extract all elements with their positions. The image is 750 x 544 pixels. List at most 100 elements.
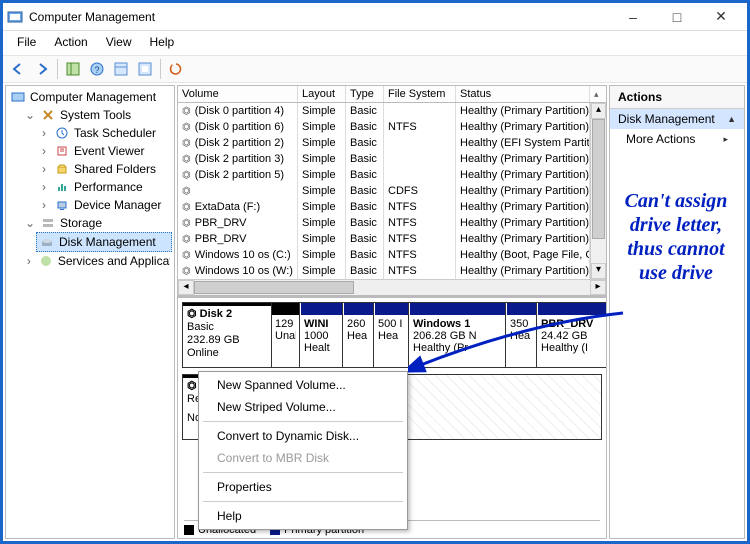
cell-volume: (Disk 2 partition 2) <box>178 135 298 151</box>
partition[interactable]: PBR_DRV24.42 GBHealthy (I <box>538 303 606 367</box>
volume-table-body[interactable]: (Disk 0 partition 4)SimpleBasicHealthy (… <box>178 103 606 279</box>
partition[interactable]: 260Hea <box>344 303 374 367</box>
close-button[interactable]: ✕ <box>699 3 743 31</box>
partition[interactable]: 350Hea <box>507 303 537 367</box>
cell-type: Basic <box>346 167 384 183</box>
context-menu-item[interactable]: Convert to Dynamic Disk... <box>201 425 405 447</box>
disk2-info[interactable]: ⏣ Disk 2 Basic 232.89 GB Online <box>182 302 272 368</box>
scroll-down-button[interactable]: ▾ <box>591 263 606 279</box>
cell-layout: Simple <box>298 183 346 199</box>
context-menu-item[interactable]: New Spanned Volume... <box>201 374 405 396</box>
partition-size: 206.28 GB N <box>413 330 502 342</box>
properties-button[interactable] <box>110 58 132 80</box>
volume-table-header[interactable]: Volume Layout Type File System Status ▴ <box>178 86 606 103</box>
tree-system-tools[interactable]: ⌄ System Tools <box>22 106 172 124</box>
cell-type: Basic <box>346 103 384 119</box>
tree-item[interactable]: ›Event Viewer <box>36 142 172 160</box>
tree-item[interactable]: ›Performance <box>36 178 172 196</box>
titlebar: Computer Management – □ ✕ <box>3 3 747 31</box>
tree-disk-management[interactable]: Disk Management <box>36 232 172 252</box>
maximize-button[interactable]: □ <box>655 3 699 31</box>
back-button[interactable] <box>7 58 29 80</box>
col-filesystem[interactable]: File System <box>384 86 456 102</box>
disk2-status: Online <box>187 347 267 360</box>
cell-filesystem: NTFS <box>384 215 456 231</box>
expand-icon[interactable]: › <box>38 126 50 140</box>
menu-file[interactable]: File <box>9 33 44 51</box>
cell-volume: ExtaData (F:) <box>178 199 298 215</box>
volume-row[interactable]: (Disk 2 partition 3)SimpleBasicHealthy (… <box>178 151 606 167</box>
scroll-up-button[interactable]: ▴ <box>591 103 606 119</box>
forward-button[interactable] <box>31 58 53 80</box>
context-menu[interactable]: New Spanned Volume...New Striped Volume.… <box>198 371 408 530</box>
expand-icon[interactable]: › <box>38 162 50 176</box>
horizontal-scrollbar[interactable]: ◂ ▸ <box>178 279 606 295</box>
expand-icon[interactable]: › <box>38 198 50 212</box>
actions-more-actions[interactable]: More Actions ▸ <box>610 129 744 149</box>
col-layout[interactable]: Layout <box>298 86 346 102</box>
volume-row[interactable]: (Disk 0 partition 6)SimpleBasicNTFSHealt… <box>178 119 606 135</box>
context-menu-item[interactable]: New Striped Volume... <box>201 396 405 418</box>
scroll-right-button[interactable]: ▸ <box>590 280 606 295</box>
expand-icon[interactable]: › <box>38 144 50 158</box>
partition-label: WINI <box>304 318 339 330</box>
volume-row[interactable]: Windows 10 os (C:)SimpleBasicNTFSHealthy… <box>178 247 606 263</box>
volume-row[interactable]: ExtaData (F:)SimpleBasicNTFSHealthy (Pri… <box>178 199 606 215</box>
partition[interactable]: Windows 1206.28 GB NHealthy (Pr <box>410 303 506 367</box>
disk2-partitions[interactable]: 129UnallocWINI1000Healt260Hea500 IHeaWin… <box>272 302 606 368</box>
volume-row[interactable]: PBR_DRVSimpleBasicNTFSHealthy (Primary P… <box>178 215 606 231</box>
hscroll-thumb[interactable] <box>194 281 354 294</box>
expand-icon[interactable]: › <box>38 180 50 194</box>
context-menu-item[interactable]: Help <box>201 505 405 527</box>
actions-pane: Actions Disk Management ▲ More Actions ▸ <box>609 85 745 539</box>
collapse-icon[interactable]: ⌄ <box>24 216 36 230</box>
help-button[interactable]: ? <box>86 58 108 80</box>
minimize-button[interactable]: – <box>611 3 655 31</box>
volume-row[interactable]: Windows 10 os (W:)SimpleBasicNTFSHealthy… <box>178 263 606 279</box>
tools-icon <box>40 107 56 123</box>
cell-status: Healthy (EFI System Partition) <box>456 135 590 151</box>
tree-item[interactable]: ›Shared Folders <box>36 160 172 178</box>
svg-text:?: ? <box>94 65 99 75</box>
collapse-icon[interactable]: ⌄ <box>24 108 36 122</box>
volume-row[interactable]: (Disk 2 partition 2)SimpleBasicHealthy (… <box>178 135 606 151</box>
vertical-scrollbar[interactable]: ▴ ▾ <box>590 103 606 279</box>
menu-help[interactable]: Help <box>142 33 183 51</box>
cell-filesystem: NTFS <box>384 247 456 263</box>
col-status[interactable]: Status <box>456 86 590 102</box>
expand-icon[interactable]: › <box>24 254 34 268</box>
col-type[interactable]: Type <box>346 86 384 102</box>
disk2-row[interactable]: ⏣ Disk 2 Basic 232.89 GB Online 129Unall… <box>182 302 602 368</box>
disk-icon: ⏣ <box>187 308 197 320</box>
settings-button[interactable] <box>134 58 156 80</box>
volume-row[interactable]: (Disk 2 partition 5)SimpleBasicHealthy (… <box>178 167 606 183</box>
volume-row[interactable]: (Disk 0 partition 4)SimpleBasicHealthy (… <box>178 103 606 119</box>
context-menu-item[interactable]: Properties <box>201 476 405 498</box>
navigation-tree[interactable]: Computer Management ⌄ System Tools ›Task… <box>5 85 175 539</box>
col-volume[interactable]: Volume <box>178 86 298 102</box>
partition-status: Hea <box>347 330 370 342</box>
tree-services[interactable]: › Services and Applications <box>22 252 172 270</box>
cell-volume: PBR_DRV <box>178 215 298 231</box>
scroll-thumb[interactable] <box>592 119 605 239</box>
show-hide-tree-button[interactable] <box>62 58 84 80</box>
tree-storage[interactable]: ⌄ Storage <box>22 214 172 232</box>
partition-size: 350 <box>510 318 533 330</box>
scroll-left-button[interactable]: ◂ <box>178 280 194 295</box>
menu-action[interactable]: Action <box>46 33 95 51</box>
volume-row[interactable]: SimpleBasicCDFSHealthy (Primary Partitio… <box>178 183 606 199</box>
partition[interactable]: 500 IHea <box>375 303 409 367</box>
partition[interactable]: 129Unalloc <box>272 303 300 367</box>
partition[interactable]: WINI1000Healt <box>301 303 343 367</box>
actions-disk-management[interactable]: Disk Management ▲ <box>610 109 744 129</box>
partition-status: Hea <box>510 330 533 342</box>
tree-item[interactable]: ›Device Manager <box>36 196 172 214</box>
tree-item-icon <box>54 179 70 195</box>
menu-view[interactable]: View <box>98 33 140 51</box>
refresh-button[interactable] <box>165 58 187 80</box>
cell-status: Healthy (Primary Partition) <box>456 183 590 199</box>
cell-status: Healthy (Primary Partition) <box>456 231 590 247</box>
volume-row[interactable]: PBR_DRVSimpleBasicNTFSHealthy (Primary P… <box>178 231 606 247</box>
tree-item[interactable]: ›Task Scheduler <box>36 124 172 142</box>
tree-root[interactable]: Computer Management <box>8 88 172 106</box>
